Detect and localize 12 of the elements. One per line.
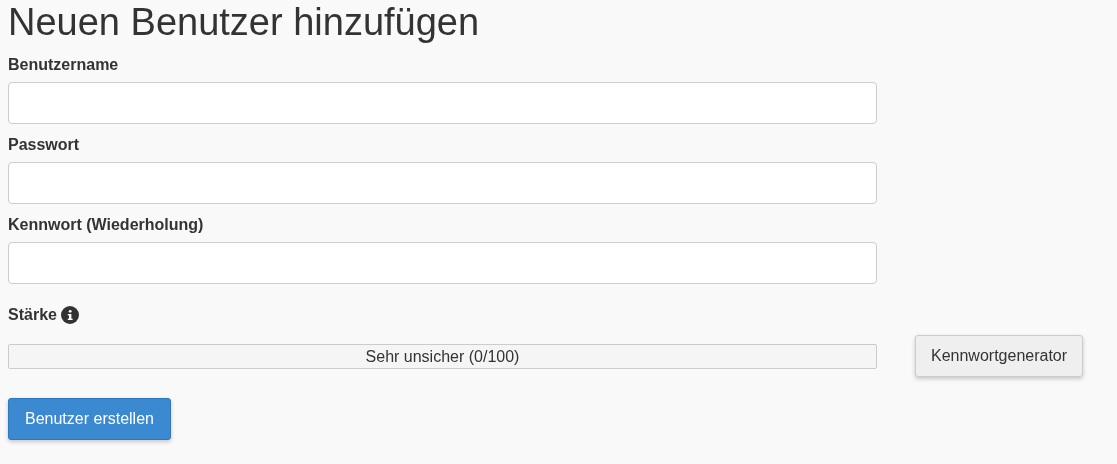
strength-reading: Sehr unsicher (0/100) (364, 346, 521, 367)
page-title: Neuen Benutzer hinzufügen (8, 0, 480, 44)
strength-label: Stärke (8, 305, 57, 325)
input-field[interactable] (8, 162, 877, 204)
input-field[interactable] (8, 82, 877, 124)
field-label: Passwort (8, 135, 80, 155)
create-user-button[interactable]: Benutzer erstellen (8, 398, 171, 440)
field-label: Benutzername (8, 55, 119, 75)
field-label: Kennwort (Wiederholung) (8, 215, 204, 235)
generator-button[interactable]: Kennwortgenerator (915, 335, 1084, 377)
info-icon[interactable] (60, 306, 79, 324)
input-field[interactable] (8, 242, 877, 284)
